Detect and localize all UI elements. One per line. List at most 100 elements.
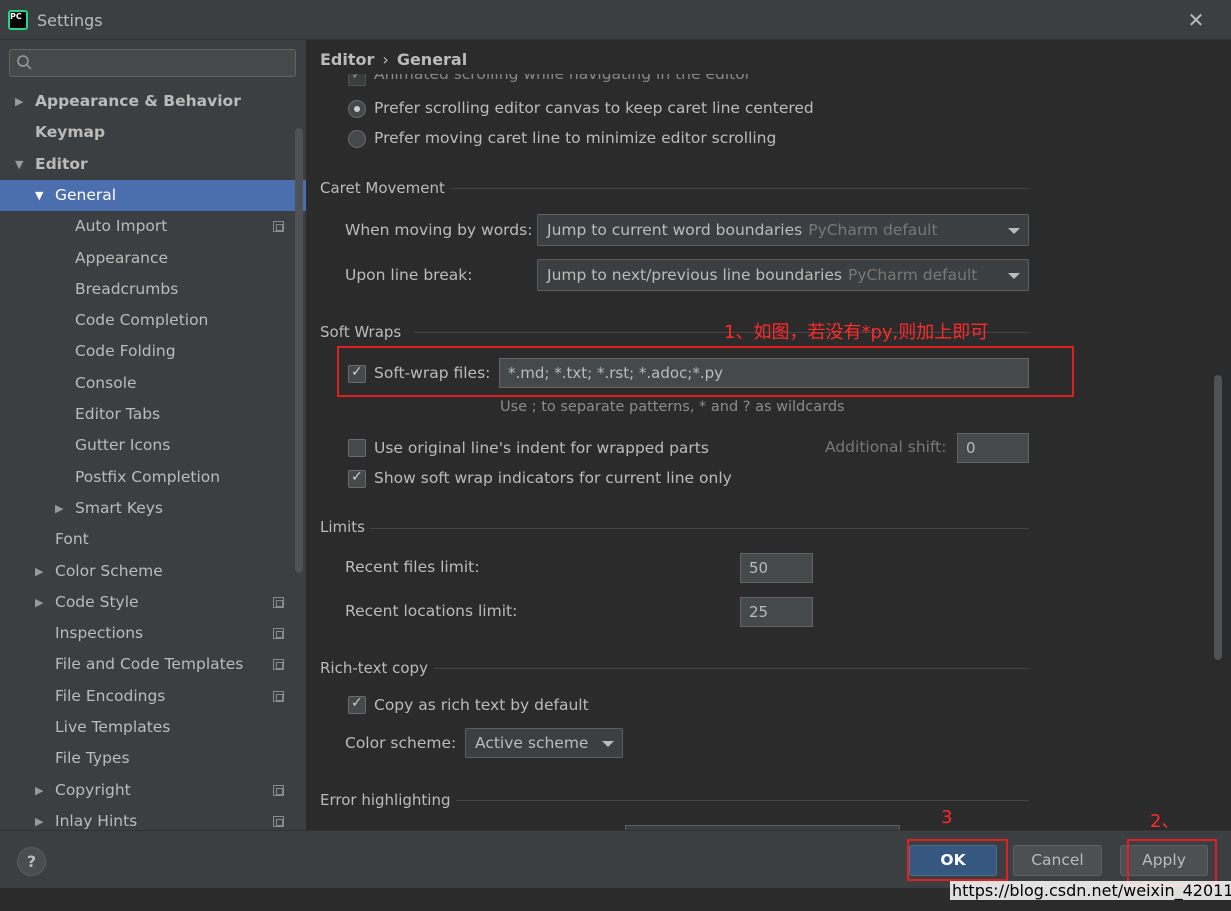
soft-wrap-indicators-checkbox[interactable]	[348, 469, 366, 488]
title-bar: Settings ✕	[0, 0, 1231, 40]
sidebar-item-label: General	[55, 185, 117, 204]
error-highlighting-title: Error highlighting	[320, 791, 451, 809]
help-icon[interactable]: ?	[17, 847, 46, 876]
color-scheme-label: Color scheme:	[345, 734, 457, 752]
sidebar-item-console[interactable]: Console	[0, 368, 306, 399]
sidebar-item-label: Breadcrumbs	[75, 279, 179, 298]
recent-files-input[interactable]: 50	[740, 553, 813, 583]
sidebar-item-copyright[interactable]: ▶ Copyright	[0, 775, 306, 806]
words-dropdown[interactable]: Jump to current word boundaries PyCharm d…	[537, 214, 1029, 246]
settings-sidebar: ▶ Appearance & Behavior Keymap ▼ Editor ▼ Gene…	[0, 40, 306, 830]
sidebar-item-code-style[interactable]: ▶ Code Style	[0, 587, 306, 618]
original-indent-checkbox[interactable]	[348, 439, 366, 457]
sidebar-item-file-encodings[interactable]: File Encodings	[0, 681, 306, 712]
annotation-box-soft-wrap	[337, 346, 1074, 397]
color-scheme-dropdown-value: Active scheme	[475, 734, 589, 752]
sidebar-item-keymap[interactable]: Keymap	[0, 117, 306, 148]
project-scope-icon	[273, 659, 284, 671]
linebreak-dropdown-value: Jump to next/previous line boundaries	[547, 266, 842, 284]
sidebar-item-postfix-completion[interactable]: Postfix Completion	[0, 462, 306, 493]
original-indent-label: Use original line's indent for wrapped p…	[374, 439, 709, 457]
expand-right-icon[interactable]: ▶	[35, 775, 43, 806]
project-scope-icon	[273, 784, 284, 796]
annotation-note-3: 3	[941, 807, 953, 828]
chevron-down-icon	[1008, 228, 1020, 234]
sidebar-item-label: Code Style	[55, 592, 139, 611]
linebreak-label: Upon line break:	[345, 266, 473, 284]
sidebar-item-breadcrumbs[interactable]: Breadcrumbs	[0, 274, 306, 305]
sidebar-item-file-types[interactable]: File Types	[0, 743, 306, 774]
search-input[interactable]	[9, 49, 296, 77]
sidebar-item-appearance-behavior[interactable]: ▶ Appearance & Behavior	[0, 86, 306, 117]
sidebar-item-inlay-hints[interactable]: ▶ Inlay Hints	[0, 806, 306, 830]
radio-keep-caret-centered[interactable]	[348, 100, 366, 118]
expand-right-icon[interactable]: ▶	[35, 587, 43, 618]
sidebar-item-label: Live Templates	[55, 718, 171, 736]
additional-shift-input[interactable]: 0	[957, 433, 1029, 463]
project-scope-icon	[273, 815, 284, 827]
project-scope-icon	[273, 221, 284, 233]
sidebar-item-label: File Encodings	[55, 686, 166, 705]
sidebar-item-gutter-icons[interactable]: Gutter Icons	[0, 430, 306, 461]
sidebar-item-label: Console	[75, 373, 137, 392]
breadcrumb-separator: ›	[382, 50, 389, 69]
rich-text-checkbox[interactable]	[348, 695, 366, 714]
sidebar-item-label: Postfix Completion	[75, 467, 221, 486]
recent-locations-label: Recent locations limit:	[345, 602, 518, 620]
sidebar-item-label: Inspections	[55, 624, 144, 643]
expand-down-icon[interactable]: ▼	[15, 149, 23, 180]
limits-title: Limits	[320, 518, 365, 536]
sidebar-item-inspections[interactable]: Inspections	[0, 618, 306, 649]
sidebar-item-editor[interactable]: ▼ Editor	[0, 149, 306, 180]
sidebar-item-label: File and Code Templates	[55, 655, 244, 674]
sidebar-item-general[interactable]: ▼ General	[0, 179, 306, 211]
settings-content: Editor › General Animated scrolling while …	[306, 40, 1231, 830]
breadcrumb-parent[interactable]: Editor	[320, 50, 374, 69]
soft-wrap-files-help: Use ; to separate patterns, * and ? as w…	[500, 399, 845, 415]
window-title: Settings	[37, 11, 103, 30]
animated-scrolling-checkbox[interactable]	[348, 74, 366, 86]
soft-wraps-title: Soft Wraps	[320, 323, 402, 341]
radio-minimize-scrolling[interactable]	[348, 130, 366, 148]
annotation-note-2: 2、	[1150, 811, 1180, 832]
expand-right-icon[interactable]: ▶	[35, 806, 43, 830]
sidebar-item-label: Keymap	[35, 123, 106, 142]
chevron-down-icon	[602, 741, 614, 747]
sidebar-item-editor-tabs[interactable]: Editor Tabs	[0, 399, 306, 430]
recent-locations-input[interactable]: 25	[740, 597, 813, 627]
sidebar-item-live-templates[interactable]: Live Templates	[0, 712, 306, 743]
expand-right-icon[interactable]: ▶	[15, 86, 23, 117]
close-icon[interactable]: ✕	[1186, 10, 1206, 30]
sidebar-scrollbar[interactable]	[295, 128, 303, 573]
sidebar-item-label: Font	[55, 530, 89, 549]
words-label: When moving by words:	[345, 221, 533, 239]
sidebar-item-label: Auto Import	[75, 217, 168, 236]
sidebar-item-code-completion[interactable]: Code Completion	[0, 305, 306, 336]
chevron-down-icon	[1008, 273, 1020, 279]
sidebar-item-font[interactable]: Font	[0, 524, 306, 555]
radio-keep-caret-centered-label: Prefer scrolling editor canvas to keep c…	[374, 99, 814, 117]
sidebar-item-label: Code Completion	[75, 311, 209, 330]
sidebar-item-appearance[interactable]: Appearance	[0, 243, 306, 274]
pycharm-logo-icon	[8, 10, 28, 30]
content-scrollbar[interactable]	[1214, 375, 1222, 660]
sidebar-item-label: Inlay Hints	[55, 811, 138, 830]
expand-down-icon[interactable]: ▼	[35, 180, 43, 211]
sidebar-item-smart-keys[interactable]: ▶ Smart Keys	[0, 493, 306, 524]
cancel-button[interactable]: Cancel	[1013, 845, 1102, 876]
rich-text-label: Copy as rich text by default	[374, 696, 589, 714]
sidebar-item-code-folding[interactable]: Code Folding	[0, 336, 306, 367]
expand-right-icon[interactable]: ▶	[35, 556, 43, 587]
sidebar-item-label: Copyright	[55, 780, 131, 799]
sidebar-item-auto-import[interactable]: Auto Import	[0, 211, 306, 242]
watermark: https://blog.csdn.net/weixin_42011794	[950, 881, 1231, 900]
color-scheme-dropdown[interactable]: Active scheme	[465, 728, 623, 758]
expand-right-icon[interactable]: ▶	[55, 493, 63, 524]
project-scope-icon	[273, 690, 284, 702]
sidebar-item-color-scheme[interactable]: ▶ Color Scheme	[0, 556, 306, 587]
sidebar-item-label: Editor Tabs	[75, 405, 161, 423]
linebreak-dropdown-hint: PyCharm default	[848, 266, 978, 284]
search-icon	[17, 55, 32, 70]
sidebar-item-file-and-code-templates[interactable]: File and Code Templates	[0, 649, 306, 680]
linebreak-dropdown[interactable]: Jump to next/previous line boundaries PyC…	[537, 259, 1029, 291]
